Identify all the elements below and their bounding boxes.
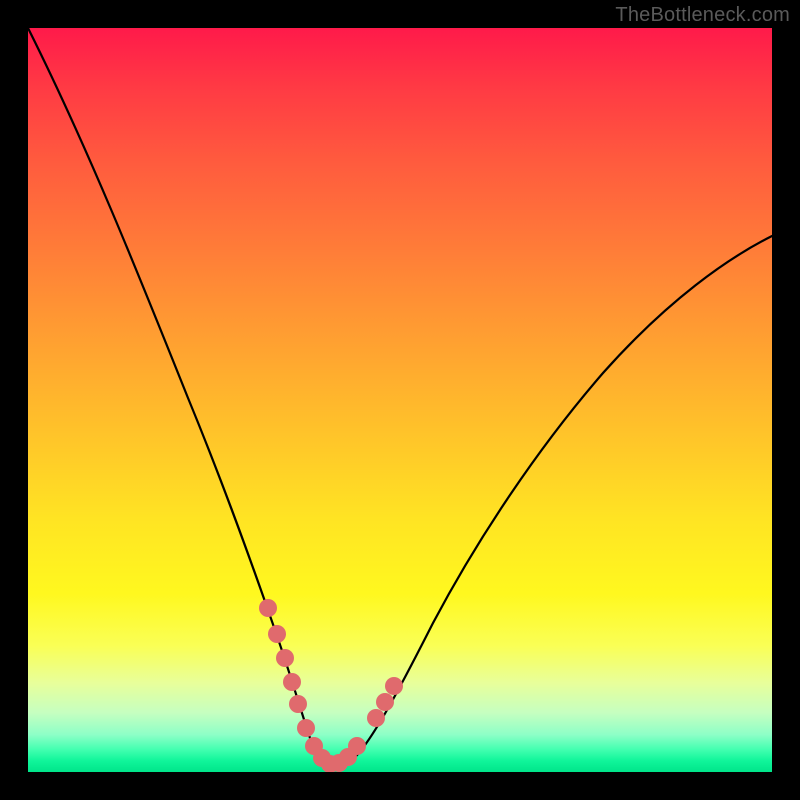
watermark-text: TheBottleneck.com [615,4,790,27]
bottleneck-curve [28,28,772,766]
plot-area [28,28,772,772]
curve-layer [28,28,772,772]
highlight-markers [259,599,403,772]
chart-frame: TheBottleneck.com [0,0,800,800]
